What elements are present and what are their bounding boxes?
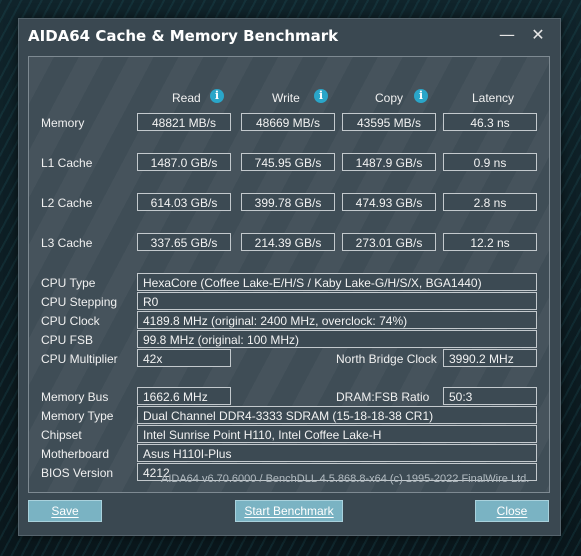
l2-write-value: 399.78 GB/s bbox=[241, 193, 335, 211]
column-header-read: Read bbox=[172, 91, 201, 105]
cpu-stepping-label: CPU Stepping bbox=[41, 295, 118, 309]
l3-read-value: 337.65 GB/s bbox=[137, 233, 231, 251]
write-info-icon[interactable]: i bbox=[314, 89, 328, 103]
cpu-multiplier-label: CPU Multiplier bbox=[41, 352, 118, 366]
north-bridge-clock-label: North Bridge Clock bbox=[336, 352, 437, 366]
l2-copy-value: 474.93 GB/s bbox=[342, 193, 436, 211]
dram-fsb-ratio-label: DRAM:FSB Ratio bbox=[336, 390, 430, 404]
row-label-l2-cache: L2 Cache bbox=[41, 196, 93, 210]
dram-fsb-ratio-value: 50:3 bbox=[443, 387, 537, 405]
l2-latency-value: 2.8 ns bbox=[443, 193, 537, 211]
memory-bus-value: 1662.6 MHz bbox=[137, 387, 231, 405]
l1-write-value: 745.95 GB/s bbox=[241, 153, 335, 171]
row-label-l1-cache: L1 Cache bbox=[41, 156, 93, 170]
cpu-type-label: CPU Type bbox=[41, 276, 96, 290]
l2-read-value: 614.03 GB/s bbox=[137, 193, 231, 211]
cpu-stepping-value: R0 bbox=[137, 292, 537, 310]
cpu-fsb-value: 99.8 MHz (original: 100 MHz) bbox=[137, 330, 537, 348]
l1-read-value: 1487.0 GB/s bbox=[137, 153, 231, 171]
row-label-l3-cache: L3 Cache bbox=[41, 236, 93, 250]
row-label-memory: Memory bbox=[41, 116, 85, 130]
l1-copy-value: 1487.9 GB/s bbox=[342, 153, 436, 171]
bios-version-label: BIOS Version bbox=[41, 466, 114, 480]
cpu-type-value: HexaCore (Coffee Lake-E/H/S / Kaby Lake-… bbox=[137, 273, 537, 291]
column-header-copy: Copy bbox=[375, 91, 404, 105]
north-bridge-clock-value: 3990.2 MHz bbox=[443, 349, 537, 367]
cpu-clock-label: CPU Clock bbox=[41, 314, 100, 328]
l3-write-value: 214.39 GB/s bbox=[241, 233, 335, 251]
chipset-value: Intel Sunrise Point H110, Intel Coffee L… bbox=[137, 425, 537, 443]
benchmark-window: AIDA64 Cache & Memory Benchmark — ✕ Read… bbox=[18, 18, 561, 536]
copyright-footer: AIDA64 v6.70.6000 / BenchDLL 4.5.868.8-x… bbox=[161, 473, 530, 485]
l1-latency-value: 0.9 ns bbox=[443, 153, 537, 171]
memory-write-value: 48669 MB/s bbox=[241, 113, 335, 131]
read-info-icon[interactable]: i bbox=[210, 89, 224, 103]
chipset-label: Chipset bbox=[41, 428, 82, 442]
memory-type-label: Memory Type bbox=[41, 409, 114, 423]
column-header-latency: Latency bbox=[472, 91, 515, 105]
l3-latency-value: 12.2 ns bbox=[443, 233, 537, 251]
close-icon[interactable]: ✕ bbox=[528, 25, 548, 45]
motherboard-value: Asus H110I-Plus bbox=[137, 444, 537, 462]
save-button[interactable]: Save bbox=[28, 500, 102, 522]
copy-info-icon[interactable]: i bbox=[414, 89, 428, 103]
start-benchmark-button[interactable]: Start Benchmark bbox=[235, 500, 343, 522]
memory-copy-value: 43595 MB/s bbox=[342, 113, 436, 131]
memory-read-value: 48821 MB/s bbox=[137, 113, 231, 131]
close-button[interactable]: Close bbox=[475, 500, 549, 522]
title-bar[interactable]: AIDA64 Cache & Memory Benchmark — ✕ bbox=[19, 19, 560, 51]
motherboard-label: Motherboard bbox=[41, 447, 110, 461]
cpu-multiplier-value: 42x bbox=[137, 349, 231, 367]
results-panel: Read i Write i Copy i Latency Memory 488… bbox=[28, 56, 550, 493]
column-header-write: Write bbox=[272, 91, 300, 105]
l3-copy-value: 273.01 GB/s bbox=[342, 233, 436, 251]
cpu-clock-value: 4189.8 MHz (original: 2400 MHz, overcloc… bbox=[137, 311, 537, 329]
window-title: AIDA64 Cache & Memory Benchmark bbox=[28, 27, 339, 45]
memory-latency-value: 46.3 ns bbox=[443, 113, 537, 131]
memory-type-value: Dual Channel DDR4-3333 SDRAM (15-18-18-3… bbox=[137, 406, 537, 424]
cpu-fsb-label: CPU FSB bbox=[41, 333, 94, 347]
minimize-icon[interactable]: — bbox=[497, 25, 517, 45]
memory-bus-label: Memory Bus bbox=[41, 390, 109, 404]
